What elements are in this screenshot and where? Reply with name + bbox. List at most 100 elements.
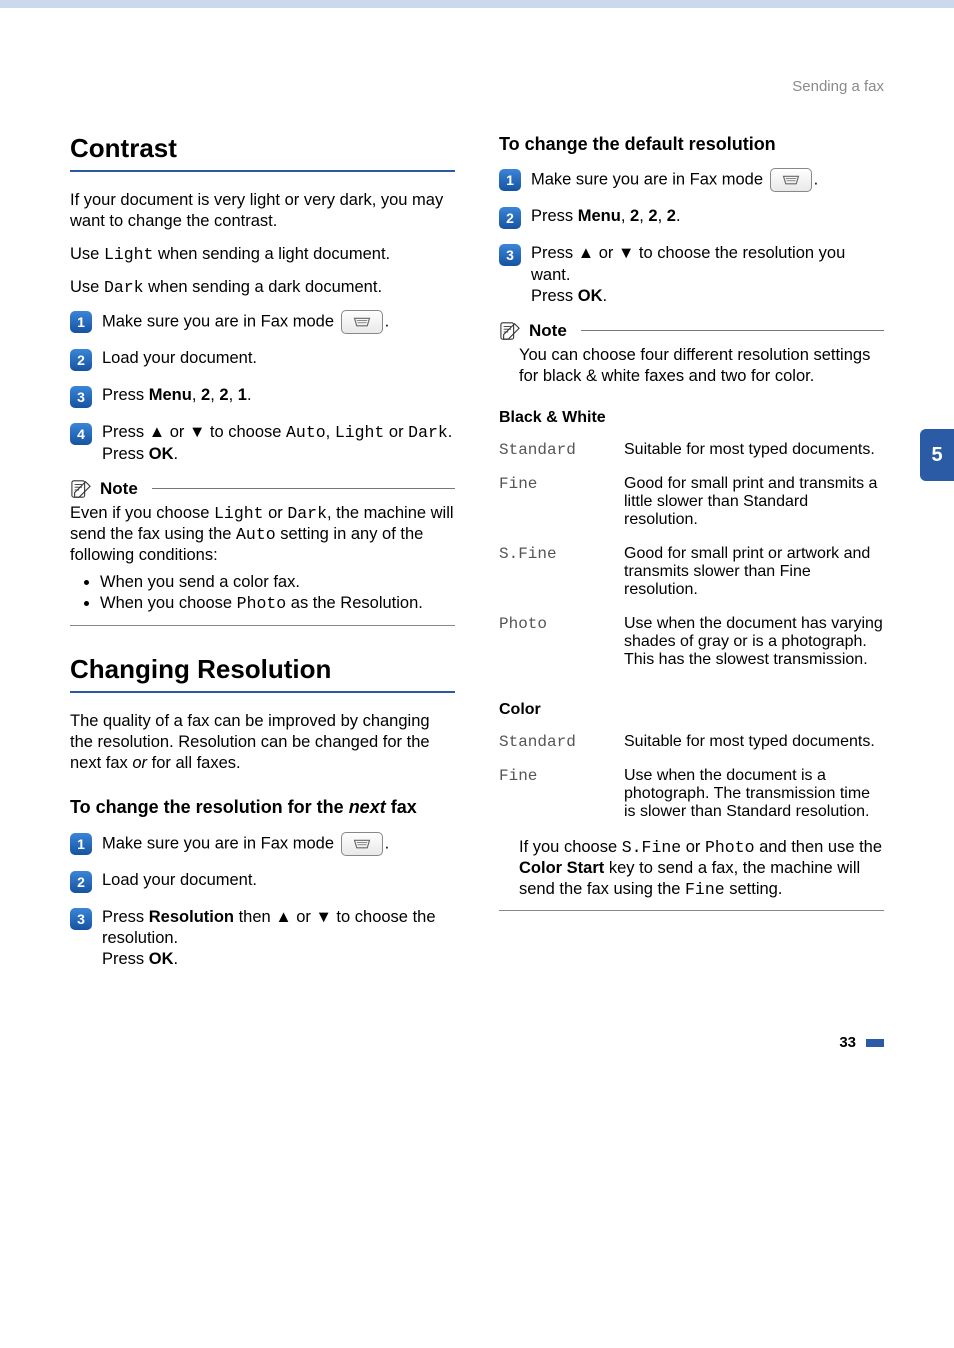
text: . bbox=[814, 171, 819, 189]
text: , bbox=[326, 423, 335, 441]
table-row: PhotoUse when the document has varying s… bbox=[499, 609, 884, 679]
note-icon bbox=[499, 321, 521, 341]
text: Use bbox=[70, 278, 104, 296]
note-bullets: When you send a color fax. When you choo… bbox=[88, 572, 455, 615]
mono-text: Auto bbox=[236, 525, 276, 544]
res-desc: Suitable for most typed documents. bbox=[624, 727, 884, 761]
text: . bbox=[385, 834, 390, 852]
text: Make sure you are in Fax mode bbox=[102, 834, 339, 852]
bw-heading: Black & White bbox=[499, 409, 884, 427]
mono-text: Auto bbox=[286, 423, 326, 442]
text: or bbox=[681, 838, 705, 856]
text: setting. bbox=[725, 880, 783, 898]
up-arrow-icon: ▲ bbox=[578, 244, 594, 262]
step-badge-1: 1 bbox=[499, 169, 521, 191]
ok-key: OK bbox=[149, 950, 174, 968]
chapter-tab: 5 bbox=[920, 429, 954, 481]
text: or bbox=[384, 423, 408, 441]
nextfax-step-2: 2 Load your document. bbox=[70, 870, 455, 893]
key: 2 bbox=[630, 207, 639, 225]
text: . bbox=[448, 423, 453, 441]
note-close-rule bbox=[499, 910, 884, 911]
key: 2 bbox=[667, 207, 676, 225]
text: If you choose bbox=[519, 838, 622, 856]
note-icon bbox=[70, 479, 92, 499]
table-row: FineGood for small print and transmits a… bbox=[499, 469, 884, 539]
top-accent-bar bbox=[0, 0, 954, 8]
key: 1 bbox=[238, 386, 247, 404]
text: and then use the bbox=[755, 838, 883, 856]
menu-key: Menu bbox=[149, 386, 192, 404]
text: when sending a light document. bbox=[153, 245, 390, 263]
res-desc: Use when the document has varying shades… bbox=[624, 609, 884, 679]
down-arrow-icon: ▼ bbox=[618, 244, 634, 262]
text: Press bbox=[531, 287, 578, 305]
res-key: Photo bbox=[499, 609, 624, 679]
text: fax bbox=[386, 797, 417, 817]
footnote: If you choose S.Fine or Photo and then u… bbox=[499, 837, 884, 900]
text: Press bbox=[102, 950, 149, 968]
table-row: StandardSuitable for most typed document… bbox=[499, 435, 884, 469]
text: , bbox=[210, 386, 219, 404]
key: 2 bbox=[201, 386, 210, 404]
text: Press bbox=[531, 244, 578, 262]
page-number: 33 bbox=[70, 1034, 884, 1051]
color-heading: Color bbox=[499, 701, 884, 719]
section-rule bbox=[70, 170, 455, 172]
step-badge-2: 2 bbox=[499, 207, 521, 229]
note-body: Even if you choose Light or Dark, the ma… bbox=[70, 503, 455, 566]
italic-text: next bbox=[349, 797, 386, 817]
text: The quality of a fax can be improved by … bbox=[70, 712, 430, 772]
mono-text: Photo bbox=[705, 838, 755, 857]
text: or bbox=[594, 244, 618, 262]
step-badge-2: 2 bbox=[70, 349, 92, 371]
text: or bbox=[264, 504, 288, 522]
text: Load your document. bbox=[102, 870, 257, 891]
note-divider bbox=[581, 330, 884, 331]
text: , bbox=[229, 386, 238, 404]
text: . bbox=[174, 445, 179, 463]
text: Press bbox=[102, 423, 149, 441]
contrast-intro: If your document is very light or very d… bbox=[70, 190, 455, 232]
contrast-step-1: 1 Make sure you are in Fax mode . bbox=[70, 310, 455, 334]
down-arrow-icon: ▼ bbox=[316, 908, 332, 926]
nextfax-step-1: 1 Make sure you are in Fax mode . bbox=[70, 832, 455, 856]
key: 2 bbox=[648, 207, 657, 225]
step-badge-1: 1 bbox=[70, 833, 92, 855]
text: or bbox=[165, 423, 189, 441]
resolution-intro: The quality of a fax can be improved by … bbox=[70, 711, 455, 774]
contrast-use-light: Use Light when sending a light document. bbox=[70, 244, 455, 265]
note-body: You can choose four different resolution… bbox=[499, 345, 884, 387]
text: When you choose bbox=[100, 594, 237, 612]
note-divider bbox=[152, 488, 455, 489]
breadcrumb: Sending a fax bbox=[70, 78, 884, 95]
mono-text: S.Fine bbox=[622, 838, 681, 857]
key: 2 bbox=[219, 386, 228, 404]
text: Make sure you are in Fax mode bbox=[531, 171, 768, 189]
text: as the Resolution. bbox=[286, 594, 423, 612]
right-column: To change the default resolution 1 Make … bbox=[499, 133, 884, 984]
up-arrow-icon: ▲ bbox=[275, 908, 291, 926]
italic-text: or bbox=[132, 754, 147, 772]
table-row: S.FineGood for small print or artwork an… bbox=[499, 539, 884, 609]
mono-text: Light bbox=[335, 423, 385, 442]
contrast-step-2: 2 Load your document. bbox=[70, 348, 455, 371]
note-bullet-1: When you send a color fax. bbox=[100, 572, 455, 593]
text: Even if you choose bbox=[70, 504, 214, 522]
step-badge-3: 3 bbox=[499, 244, 521, 266]
resolution-heading: Changing Resolution bbox=[70, 654, 455, 685]
res-desc: Use when the document is a photograph. T… bbox=[624, 761, 884, 831]
default-step-1: 1 Make sure you are in Fax mode . bbox=[499, 168, 884, 192]
text: Press bbox=[102, 908, 149, 926]
text: , bbox=[621, 207, 630, 225]
step-badge-1: 1 bbox=[70, 311, 92, 333]
text: To change the resolution for the bbox=[70, 797, 349, 817]
default-res-subheading: To change the default resolution bbox=[499, 133, 884, 156]
text: Use bbox=[70, 245, 104, 263]
mono-text: Photo bbox=[237, 594, 287, 613]
text: , bbox=[658, 207, 667, 225]
text: Make sure you are in Fax mode bbox=[102, 313, 339, 331]
contrast-step-4: 4 Press ▲ or ▼ to choose Auto, Light or … bbox=[70, 422, 455, 464]
note-close-rule bbox=[70, 625, 455, 626]
text: . bbox=[603, 287, 608, 305]
